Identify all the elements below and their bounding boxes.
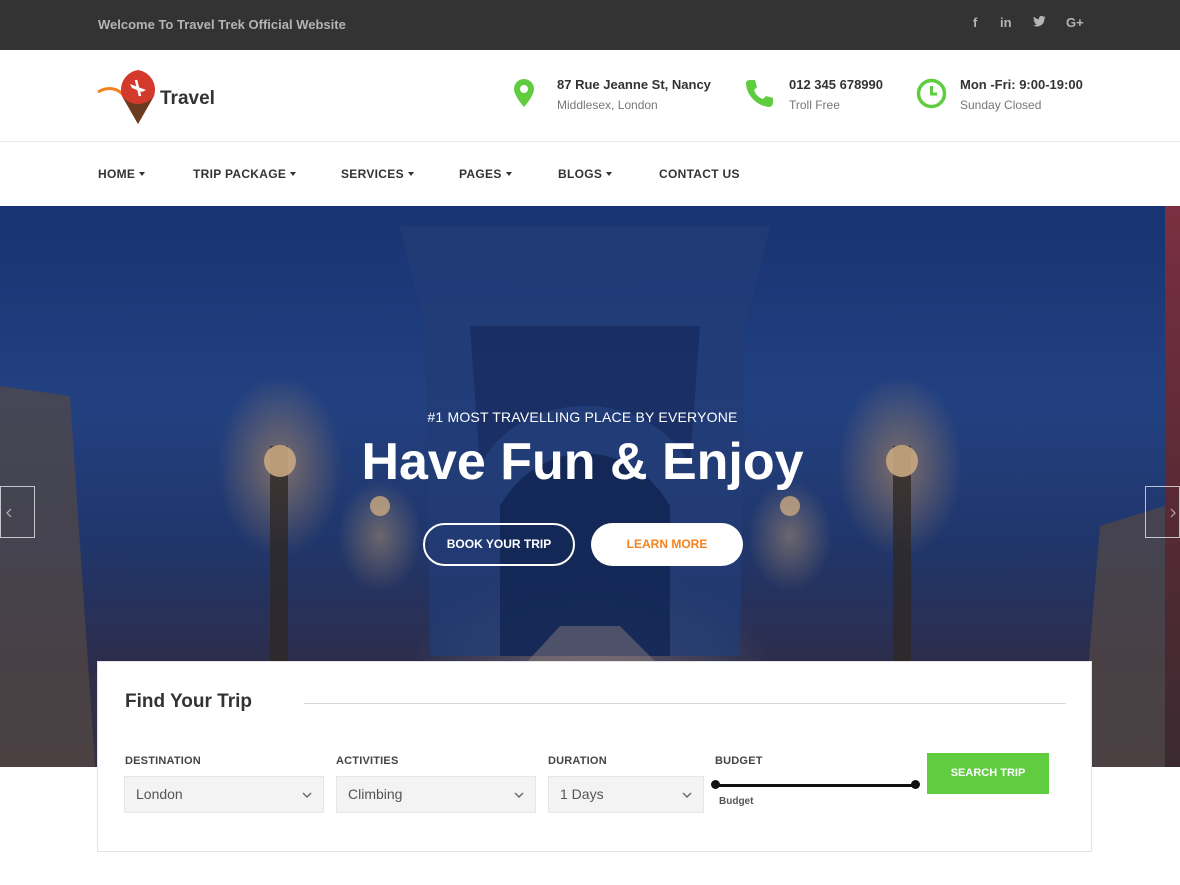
location-pin-icon — [513, 78, 535, 113]
nav-item-label: HOME — [98, 167, 136, 181]
search-trip-button[interactable]: SEARCH TRIP — [927, 753, 1049, 794]
caret-down-icon — [139, 171, 146, 176]
address-line2: Middlesex, London — [557, 98, 658, 112]
budget-caption: Budget — [719, 796, 754, 807]
google-plus-icon[interactable]: G+ — [1066, 15, 1084, 30]
hours-info: Mon -Fri: 9:00-19:00 Sunday Closed — [916, 76, 1096, 116]
twitter-icon[interactable] — [1033, 15, 1046, 30]
phone-number: 012 345 678990 — [789, 77, 883, 92]
address-info: 87 Rue Jeanne St, Nancy Middlesex, Londo… — [513, 76, 723, 116]
logo-icon — [97, 70, 155, 124]
title-divider — [304, 703, 1066, 704]
address-line1: 87 Rue Jeanne St, Nancy — [557, 77, 711, 92]
phone-note: Troll Free — [789, 98, 840, 112]
caret-down-icon — [290, 171, 297, 176]
logo-text: Travel — [160, 88, 215, 109]
budget-label: BUDGET — [715, 755, 763, 767]
nav-item-label: SERVICES — [341, 167, 404, 181]
chevron-right-icon — [1170, 508, 1176, 518]
hero-subtitle: #1 MOST TRAVELLING PLACE BY EVERYONE — [427, 409, 738, 425]
next-slide-arrow[interactable] — [1145, 486, 1180, 538]
duration-label: DURATION — [548, 755, 607, 767]
caret-down-icon — [606, 171, 613, 176]
nav-item-label: TRIP PACKAGE — [193, 167, 287, 181]
duration-select[interactable]: 1 Days — [548, 776, 704, 813]
destination-label: DESTINATION — [125, 755, 201, 767]
hero-title: Have Fun & Enjoy — [361, 433, 804, 491]
budget-slider-track[interactable] — [715, 784, 916, 787]
chevron-down-icon — [302, 792, 312, 798]
chevron-left-icon — [6, 508, 12, 518]
hours-weekday: Mon -Fri: 9:00-19:00 — [960, 77, 1083, 92]
logo[interactable]: Travel — [96, 66, 236, 126]
hours-sunday: Sunday Closed — [960, 98, 1042, 112]
caret-down-icon — [407, 171, 414, 176]
top-bar: Welcome To Travel Trek Official Website … — [0, 0, 1180, 50]
nav-item-contact-us[interactable]: CONTACT US — [659, 167, 740, 181]
activities-label: ACTIVITIES — [336, 755, 399, 767]
nav-item-trip-package[interactable]: TRIP PACKAGE — [193, 167, 297, 181]
phone-icon — [744, 78, 774, 113]
destination-select[interactable]: London — [124, 776, 324, 813]
linkedin-icon[interactable]: in — [1000, 15, 1012, 30]
chevron-down-icon — [682, 792, 692, 798]
find-trip-panel: Find Your Trip DESTINATION London ACTIVI… — [97, 661, 1092, 852]
budget-max-handle[interactable] — [911, 780, 920, 789]
caret-down-icon — [505, 171, 512, 176]
site-header: Travel 87 Rue Jeanne St, Nancy Middlesex… — [0, 50, 1180, 142]
nav-item-home[interactable]: HOME — [98, 167, 146, 181]
welcome-text: Welcome To Travel Trek Official Website — [98, 17, 346, 32]
budget-min-handle[interactable] — [711, 780, 720, 789]
clock-icon — [916, 78, 947, 114]
nav-item-blogs[interactable]: BLOGS — [558, 167, 613, 181]
prev-slide-arrow[interactable] — [0, 486, 35, 538]
activities-value: Climbing — [348, 786, 403, 802]
nav-item-label: BLOGS — [558, 167, 603, 181]
find-trip-title: Find Your Trip — [125, 691, 253, 712]
nav-item-services[interactable]: SERVICES — [341, 167, 414, 181]
destination-value: London — [136, 786, 183, 802]
book-trip-button[interactable]: BOOK YOUR TRIP — [423, 523, 575, 566]
duration-value: 1 Days — [560, 786, 604, 802]
learn-more-button[interactable]: LEARN MORE — [591, 523, 743, 566]
nav-item-label: CONTACT US — [659, 167, 740, 181]
phone-info: 012 345 678990 Troll Free — [744, 76, 904, 116]
facebook-icon[interactable]: f — [973, 15, 977, 30]
main-nav: HOME TRIP PACKAGE SERVICES PAGES BLOGS C… — [0, 142, 1180, 206]
nav-item-label: PAGES — [459, 167, 502, 181]
chevron-down-icon — [514, 792, 524, 798]
nav-item-pages[interactable]: PAGES — [459, 167, 512, 181]
activities-select[interactable]: Climbing — [336, 776, 536, 813]
